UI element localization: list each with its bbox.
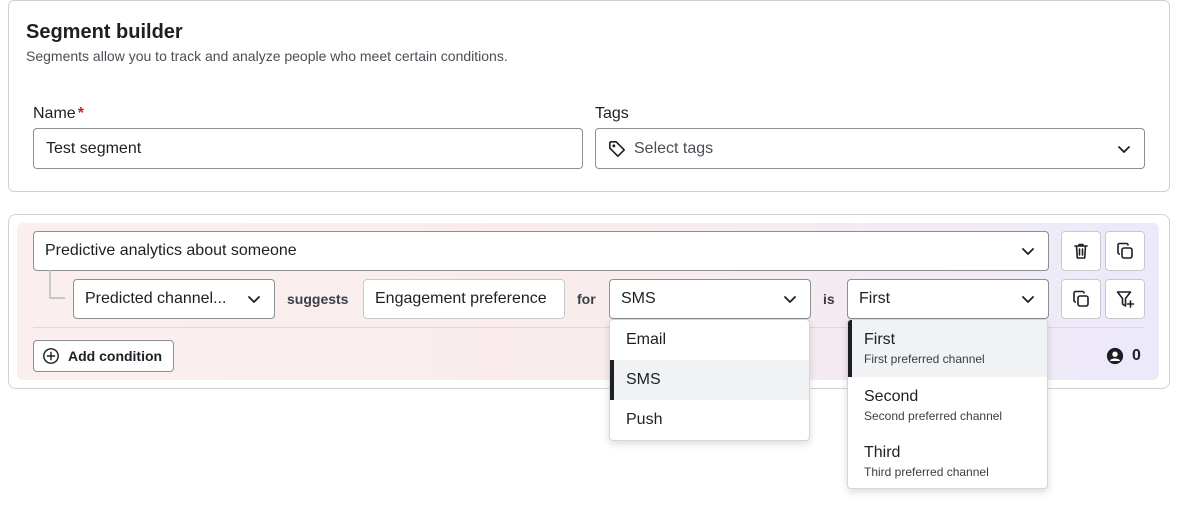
operator-text: suggests [287,291,349,307]
rank-select[interactable]: First [847,279,1049,319]
rank-option-first[interactable]: First First preferred channel [848,320,1047,377]
tag-icon [608,140,626,157]
is-text: is [823,291,835,307]
channel-select[interactable]: SMS [609,279,811,319]
metric-field-value: Engagement preference [375,290,547,307]
name-label: Name * [33,105,84,122]
people-count: 0 [1106,347,1141,365]
for-text: for [577,291,596,307]
option-label: Push [626,411,663,428]
add-filter-button[interactable] [1105,279,1145,319]
chevron-down-icon [1022,248,1034,255]
person-icon [1106,347,1124,365]
channel-select-value: SMS [621,290,656,307]
tags-select[interactable]: Select tags [595,128,1145,169]
category-select-value: Predictive analytics about someone [45,242,297,259]
option-label: Second [864,387,919,405]
option-label: Email [626,331,667,348]
duplicate-group-button[interactable] [1105,231,1145,271]
metric-field: Engagement preference [363,279,565,319]
chevron-down-icon [1118,145,1130,153]
name-input-value: Test segment [46,139,142,157]
tags-placeholder: Select tags [634,139,714,157]
option-description: Third preferred channel [864,464,989,479]
plus-circle-icon [43,348,59,364]
tags-label: Tags [595,105,629,122]
duplicate-icon [1117,242,1133,259]
rank-menu: First First preferred channel Second Sec… [847,319,1048,489]
add-condition-button[interactable]: Add condition [33,340,175,372]
rank-option-third[interactable]: Third Third preferred channel [848,433,1047,488]
channel-option-email[interactable]: Email [610,320,809,360]
name-input[interactable]: Test segment [33,128,583,169]
rank-select-value: First [859,290,891,307]
page-subtitle: Segments allow you to track and analyze … [26,48,508,64]
channel-option-sms[interactable]: SMS [610,360,809,400]
add-condition-label: Add condition [68,348,163,364]
option-label: SMS [626,371,661,388]
duplicate-condition-button[interactable] [1061,279,1101,319]
trash-icon [1074,243,1088,259]
option-label: First [864,331,896,348]
channel-menu: Email SMS Push [609,319,810,441]
option-description: Second preferred channel [864,408,1003,423]
rank-option-second[interactable]: Second Second preferred channel [848,377,1047,433]
filter-add-icon [1116,291,1135,308]
required-mark: * [77,105,84,122]
attribute-select-value: Predicted channel... [85,290,227,307]
option-label: Third [864,443,901,461]
page-title: Segment builder [26,21,183,43]
attribute-select[interactable]: Predicted channel... [73,279,275,319]
duplicate-icon [1073,290,1089,307]
channel-option-push[interactable]: Push [610,400,809,440]
delete-group-button[interactable] [1061,231,1101,271]
option-description: First preferred channel [864,352,985,366]
category-select[interactable]: Predictive analytics about someone [33,231,1049,271]
chevron-down-icon [248,296,260,303]
chevron-down-icon [1022,296,1034,303]
people-count-value: 0 [1132,347,1141,364]
condition-connector [49,270,65,299]
chevron-down-icon [784,296,796,303]
